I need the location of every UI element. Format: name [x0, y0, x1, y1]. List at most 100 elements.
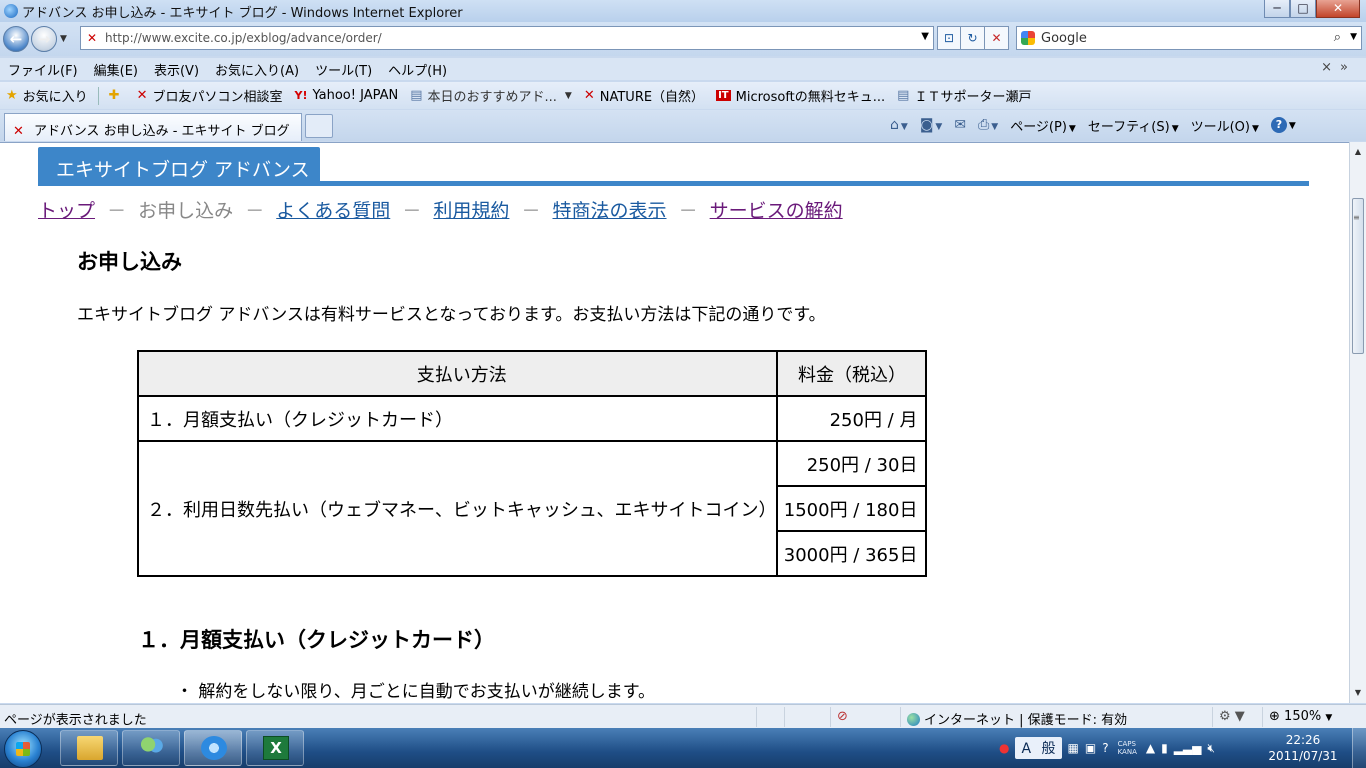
add-favorite-button[interactable]: ✚ — [103, 88, 131, 103]
favorite-link[interactable]: Y! Yahoo! JAPAN — [289, 88, 405, 103]
chevron-down-icon[interactable]: ▼ — [565, 91, 572, 101]
menu-edit[interactable]: 編集(E) — [86, 60, 146, 79]
page-title: お申し込み — [77, 250, 182, 274]
ie-app-icon — [4, 4, 18, 18]
taskbar-internet-explorer[interactable] — [184, 730, 242, 766]
search-input[interactable]: Google — [1041, 31, 1087, 46]
command-bar: ⌂ ▼ ◙ ▼ ✉ ⎙ ▼ ページ(P) ▼ セーフティ(S) ▼ ツール(O) ▼ ? ▼ — [884, 112, 1302, 138]
ime-dictionary-icon[interactable]: ▣ — [1085, 741, 1096, 755]
device-icon[interactable]: ▮ — [1161, 741, 1168, 755]
forward-button[interactable]: → — [31, 26, 57, 52]
favorites-button[interactable]: ★ お気に入り — [0, 86, 94, 105]
menu-file[interactable]: ファイル(F) — [0, 60, 86, 79]
list-item: ・ 解約をしない限り、月ごとに自動でお支払いが継続します。 — [176, 682, 656, 702]
menu-view[interactable]: 表示(V) — [146, 60, 207, 79]
favorite-link[interactable]: ✕ NATURE（自然） — [578, 86, 710, 105]
ime-help-icon[interactable]: ? — [1102, 741, 1108, 755]
search-icon[interactable]: ⌕ — [1334, 30, 1341, 45]
home-icon[interactable]: ⌂ ▼ — [884, 117, 914, 133]
menu-help[interactable]: ヘルプ(H) — [380, 60, 455, 79]
favorites-bar: ★ お気に入り ✚ ✕ ブロ友パソコン相談室 Y! Yahoo! JAPAN ▤… — [0, 82, 1366, 109]
it-icon: IT — [716, 90, 731, 101]
show-desktop-button[interactable] — [1352, 728, 1366, 768]
taskbar-explorer[interactable] — [60, 730, 118, 766]
scroll-down-icon[interactable]: ▼ — [1350, 685, 1366, 701]
status-divider — [784, 707, 830, 727]
search-options-icon[interactable]: ▼ — [1350, 32, 1357, 42]
users-icon — [139, 736, 165, 760]
search-box[interactable]: Google ⌕ ▼ — [1016, 26, 1362, 50]
taskbar-excel[interactable]: X — [246, 730, 304, 766]
security-zone[interactable]: インターネット | 保護モード: 有効 — [900, 707, 1210, 728]
status-bar: ページが表示されました ⊘ インターネット | 保護モード: 有効 ⚙ ▼ ⊕ … — [0, 704, 1366, 728]
favorite-label: ブロ友パソコン相談室 — [152, 90, 283, 105]
tab-active[interactable]: ✕ アドバンス お申し込み - エキサイト ブログ — [4, 113, 302, 141]
scroll-up-icon[interactable]: ▲ — [1350, 144, 1366, 160]
back-button[interactable]: ← — [3, 26, 29, 52]
table-header: 支払い方法 — [136, 350, 779, 397]
system-tray: ● A 般 ▦ ▣ ? CAPS KANA ▲ ▮ ▂▃▅ 🔇︎ — [996, 728, 1218, 768]
address-bar[interactable]: ✕ http://www.excite.co.jp/exblog/advance… — [80, 26, 934, 50]
breadcrumb-terms-link[interactable]: 利用規約 — [433, 200, 509, 222]
close-button[interactable]: ✕ — [1316, 0, 1360, 18]
window-controls: ─ □ ✕ — [1264, 0, 1360, 18]
ime-mode-indicator[interactable]: A 般 — [1015, 737, 1062, 759]
minimize-button[interactable]: ─ — [1264, 0, 1290, 18]
window-title-bar[interactable]: アドバンス お申し込み - エキサイト ブログ - Windows Intern… — [0, 0, 1366, 22]
tools-menu[interactable]: ツール(O) ▼ — [1185, 116, 1265, 135]
history-dropdown-icon[interactable]: ▼ — [60, 34, 67, 44]
menu-favorites[interactable]: お気に入り(A) — [207, 60, 307, 79]
chevron-down-icon[interactable]: ▼ — [1325, 713, 1332, 723]
compatibility-view-icon[interactable]: ⊡ — [937, 26, 961, 50]
excite-icon: ✕ — [136, 88, 148, 103]
taskbar: X ● A 般 ▦ ▣ ? CAPS KANA ▲ ▮ ▂▃▅ 🔇︎ 22:26 … — [0, 728, 1366, 768]
protected-mode-icon[interactable]: ⚙ ▼ — [1212, 707, 1262, 727]
breadcrumb-current: お申し込み — [138, 200, 234, 222]
zoom-control[interactable]: ⊕ 150% ▼ — [1262, 707, 1348, 727]
safety-menu-label: セーフティ(S) — [1087, 119, 1170, 135]
volume-icon[interactable]: 🔇︎ — [1207, 741, 1215, 756]
new-tab-button[interactable] — [305, 114, 333, 138]
ime-tools-icon[interactable]: ▦ — [1068, 741, 1079, 755]
favorite-link[interactable]: IT Microsoftの無料セキュ... — [710, 86, 891, 105]
window-title: アドバンス お申し込み - エキサイト ブログ - Windows Intern… — [22, 5, 463, 21]
maximize-button[interactable]: □ — [1290, 0, 1316, 18]
status-text: ページが表示されました — [4, 713, 147, 728]
address-dropdown-icon[interactable]: ▼ — [921, 31, 929, 42]
vertical-scrollbar[interactable]: ▲ ≡ ▼ — [1349, 142, 1366, 703]
page-menu[interactable]: ページ(P) ▼ — [1004, 116, 1082, 135]
print-icon[interactable]: ⎙ ▼ — [972, 117, 1004, 133]
favorite-link[interactable]: ✕ ブロ友パソコン相談室 — [131, 86, 289, 105]
help-menu[interactable]: ? ▼ — [1265, 117, 1302, 133]
address-url[interactable]: http://www.excite.co.jp/exblog/advance/o… — [105, 31, 382, 45]
breadcrumb-law-link[interactable]: 特商法の表示 — [553, 200, 667, 222]
start-button[interactable] — [4, 730, 42, 768]
breadcrumb-top-link[interactable]: トップ — [38, 200, 95, 222]
table-cell-price: 1500円 / 180日 — [776, 485, 928, 532]
show-hidden-icons-icon[interactable]: ▲ — [1146, 741, 1155, 755]
network-icon[interactable]: ▂▃▅ — [1174, 741, 1202, 755]
mail-icon[interactable]: ✉ — [948, 117, 972, 133]
safety-menu[interactable]: セーフティ(S) ▼ — [1082, 116, 1185, 135]
stop-icon[interactable]: ✕ — [985, 26, 1009, 50]
clock-date: 2011/07/31 — [1268, 749, 1338, 763]
clock[interactable]: 22:26 2011/07/31 — [1268, 732, 1338, 764]
favorite-link[interactable]: ▤ ＩＴサポーター瀬戸 — [891, 86, 1037, 105]
table-cell-price: 250円 / 月 — [776, 395, 928, 442]
page-icon: ▤ — [897, 88, 910, 103]
feeds-icon[interactable]: ◙ ▼ — [914, 117, 949, 133]
menu-tools[interactable]: ツール(T) — [307, 60, 380, 79]
address-tools: ⊡ ↻ ✕ — [937, 26, 1009, 50]
table-header-row: 支払い方法 料金（税込） — [136, 350, 928, 397]
favorite-link[interactable]: ▤ 本日のおすすめアド... ▼ — [404, 86, 578, 105]
refresh-icon[interactable]: ↻ — [961, 26, 985, 50]
table-header: 料金（税込） — [776, 350, 928, 397]
breadcrumb-faq-link[interactable]: よくある質問 — [276, 200, 390, 222]
blog-banner[interactable]: エキサイトブログ アドバンス — [38, 147, 320, 184]
popup-blocker-icon[interactable]: ⊘ — [830, 707, 876, 727]
breadcrumb-cancel-link[interactable]: サービスの解約 — [710, 200, 843, 222]
menubar-chevron-icon[interactable]: ×» — [1321, 60, 1356, 75]
table-cell-price: 250円 / 30日 — [776, 440, 928, 487]
taskbar-users[interactable] — [122, 730, 180, 766]
tray-alert-icon[interactable]: ● — [999, 741, 1009, 755]
